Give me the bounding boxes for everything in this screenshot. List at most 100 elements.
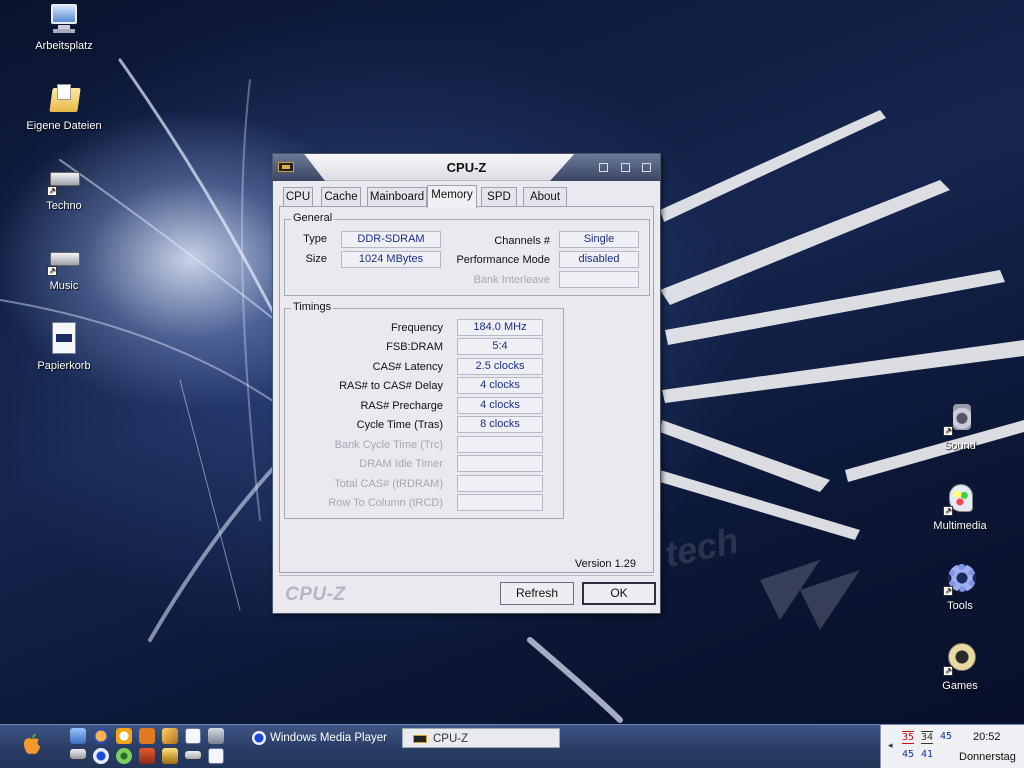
media-player-small-icon[interactable] [93,748,109,764]
refresh-button[interactable]: Refresh [500,582,574,605]
tab-mainboard[interactable]: Mainboard [367,187,427,207]
app-orange-icon[interactable] [139,728,155,744]
cpu-chip-icon [413,735,427,743]
desktop-icon-papierkorb[interactable]: Papierkorb [19,322,109,373]
frequency-value: 184.0 MHz [457,319,543,336]
title-bar[interactable]: CPU-Z [273,154,660,181]
taskbar: Windows Media Player CPU-Z ◂ 35 34 45 45… [0,724,1024,768]
desktop-icon-label: Tools [947,600,973,612]
shortcut-arrow-icon: ↗ [47,266,57,276]
desktop-icon-label: Games [942,680,978,692]
bank-interleave-label: Bank Interleave [473,274,550,286]
files-icon[interactable] [208,748,224,764]
ras-to-cas-label: RAS# to CAS# Delay [339,380,443,392]
drive-shortcut-icon: ↗ [47,162,81,196]
close-button[interactable] [642,163,651,172]
desktop-icon-techno[interactable]: ↗ Techno [19,162,109,213]
maximize-button[interactable] [621,163,630,172]
apple-icon[interactable] [20,732,44,756]
size-label: Size [305,253,327,265]
drive-icon[interactable] [70,749,86,759]
frequency-label: Frequency [391,322,443,334]
my-computer-icon [47,2,81,36]
document-icon[interactable] [208,728,224,744]
general-group: General Type DDR-SDRAM Size 1024 MBytes … [284,212,650,296]
temp-value-5: 41 [921,749,934,760]
desktop-icon-arbeitsplatz[interactable]: Arbeitsplatz [19,2,109,53]
performance-mode-value: disabled [559,251,639,268]
desktop-icon-games[interactable]: ↗ Games [915,642,1005,693]
desktop-icon-label: Papierkorb [37,360,91,372]
desktop-icon-label: Eigene Dateien [26,120,102,132]
settings-icon[interactable] [116,748,132,764]
memory-tab-panel: General Type DDR-SDRAM Size 1024 MBytes … [279,206,654,573]
shortcut-arrow-icon: ↗ [47,186,57,196]
task-windows-media-player[interactable]: Windows Media Player [250,728,395,748]
desktop-icon-sound[interactable]: ↗ Sound [915,402,1005,453]
fsb-dram-label: FSB:DRAM [386,341,443,353]
bank-cycle-time-label: Bank Cycle Time (Trc) [334,439,443,451]
desktop-icon-multimedia[interactable]: ↗ Multimedia [915,482,1005,533]
cas-latency-label: CAS# Latency [372,361,443,373]
my-documents-icon [47,82,81,116]
footer-divider [279,575,654,576]
cd-drive-icon[interactable] [185,751,201,759]
cycle-time-value: 8 clocks [457,416,543,433]
desktop-icon-label: Arbeitsplatz [35,40,93,52]
version-label: Version 1.29 [574,558,636,570]
type-value: DDR-SDRAM [341,231,441,248]
ras-precharge-label: RAS# Precharge [360,400,443,412]
ok-button[interactable]: OK [582,582,656,605]
tab-spd[interactable]: SPD [481,187,517,207]
cas-latency-value: 2.5 clocks [457,358,543,375]
drive-shortcut-icon: ↗ [47,242,81,276]
desktop-icon-eigene-dateien[interactable]: Eigene Dateien [19,82,109,133]
dram-idle-timer-label: DRAM Idle Timer [359,458,443,470]
clock-icon[interactable] [116,728,132,744]
tab-about[interactable]: About [523,187,567,207]
fsb-dram-value: 5:4 [457,338,543,355]
desktop-icon-label: Multimedia [933,520,987,532]
shortcut-arrow-icon: ↗ [943,506,953,516]
desktop-icon-tools[interactable]: ↗ Tools [915,562,1005,613]
cpuz-window: CPU-Z CPU Cache Mainboard Memory SPD Abo… [272,153,661,614]
clock-time[interactable]: 20:52 [973,731,1001,743]
general-legend: General [291,212,335,224]
shortcut-arrow-icon: ↗ [943,586,953,596]
row-to-column-value [457,494,543,511]
channels-label: Channels # [494,235,550,247]
dram-idle-timer-value [457,455,543,472]
channels-value: Single [559,231,639,248]
games-icon: ↗ [943,642,977,676]
tab-cpu[interactable]: CPU [283,187,313,207]
ras-to-cas-value: 4 clocks [457,377,543,394]
quicklaunch-desktop-icon[interactable] [70,728,86,744]
cycle-time-label: Cycle Time (Tras) [356,419,443,431]
task-label: Windows Media Player [270,732,387,744]
ras-precharge-value: 4 clocks [457,397,543,414]
desktop-icon-music[interactable]: ↗ Music [19,242,109,293]
tab-memory[interactable]: Memory [427,185,477,208]
type-label: Type [303,233,327,245]
desktop-icon-label: Techno [46,200,82,212]
firefox-icon[interactable] [93,728,109,744]
recycle-bin-icon [47,322,81,356]
task-cpuz[interactable]: CPU-Z [402,728,560,748]
row-to-column-label: Row To Column (tRCD) [328,497,443,509]
total-cas-value [457,475,543,492]
temp-value-3: 45 [940,731,953,742]
winamp-icon[interactable] [162,748,178,764]
performance-mode-label: Performance Mode [456,254,550,266]
shortcut-arrow-icon: ↗ [943,666,953,676]
app-red-icon[interactable] [139,748,155,764]
notepad-icon[interactable] [185,728,201,744]
clock-day: Donnerstag [959,751,1016,763]
minimize-button[interactable] [599,163,608,172]
tab-cache[interactable]: Cache [321,187,361,207]
bank-interleave-value [559,271,639,288]
desktop-icon-label: Sound [944,440,976,452]
temp-value-1: 35 [902,731,915,744]
pencil-icon[interactable] [162,728,178,744]
tray-expand-icon[interactable]: ◂ [888,740,893,751]
bank-cycle-time-value [457,436,543,453]
